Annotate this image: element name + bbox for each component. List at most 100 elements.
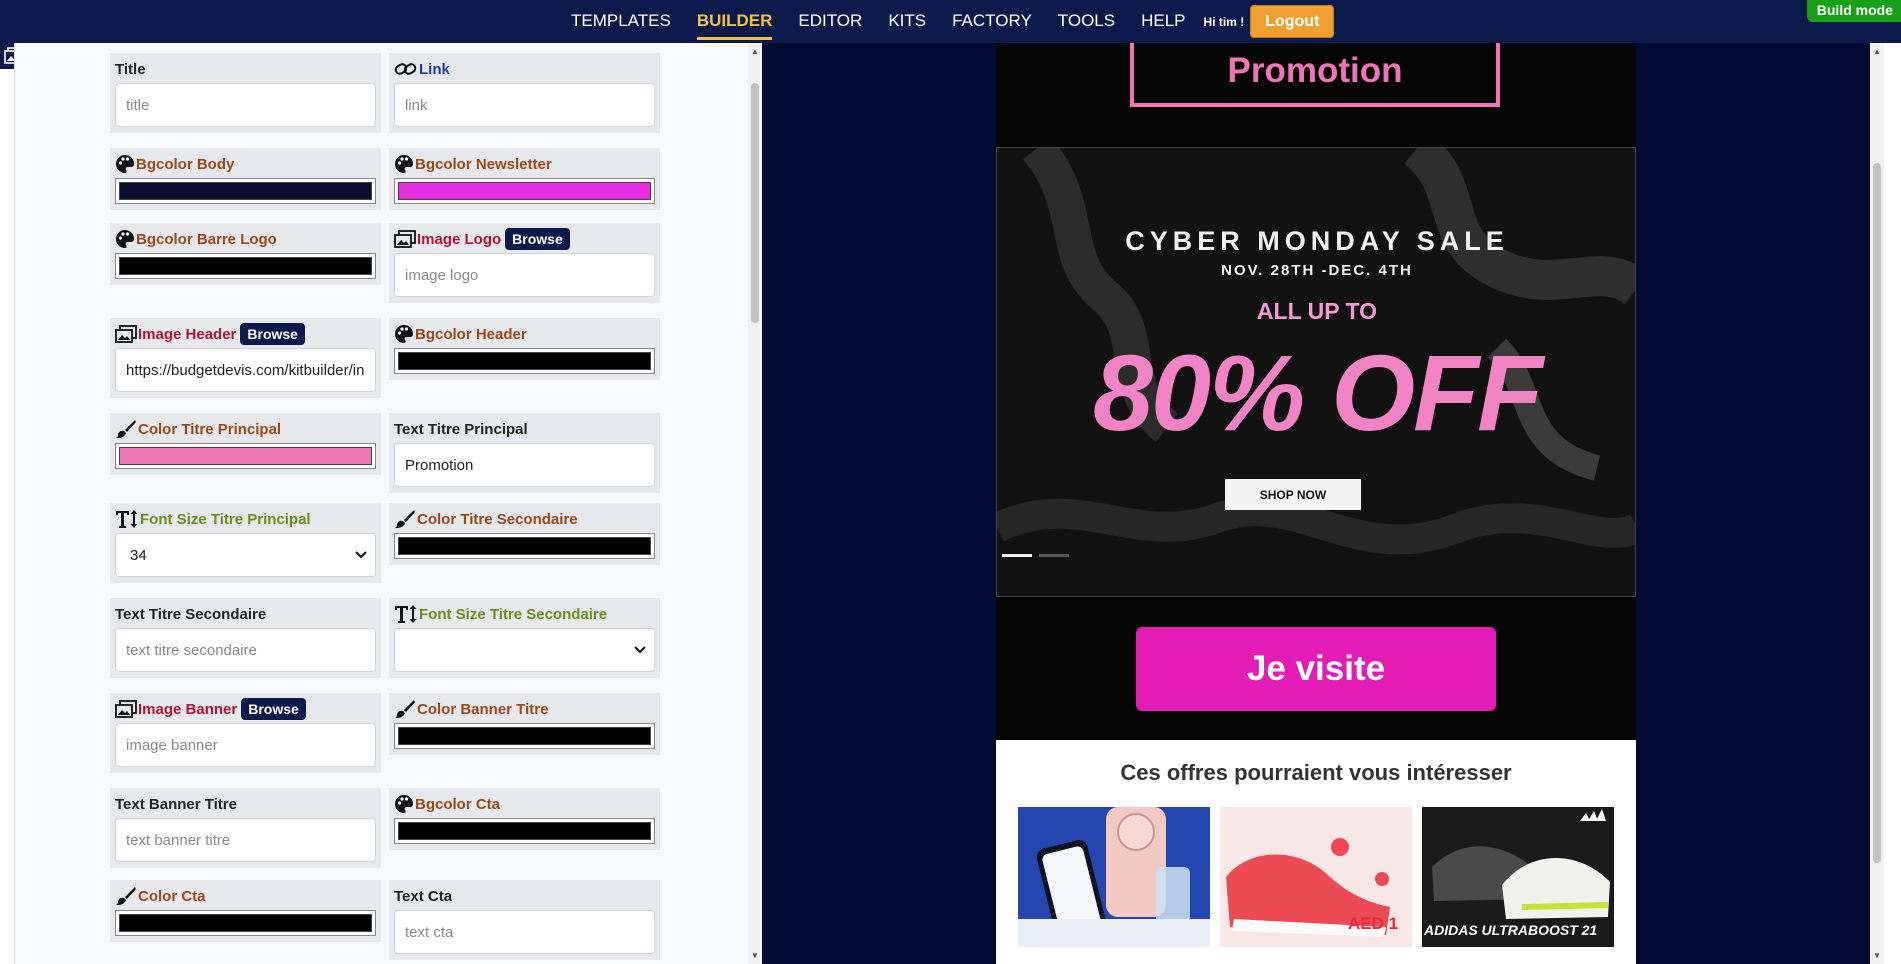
image-header-browse-button[interactable]: Browse (240, 323, 305, 345)
bgcolor-newsletter-field: Bgcolor Newsletter (389, 148, 660, 210)
promo-title: Promotion (1227, 51, 1403, 90)
scroll-up-arrow[interactable]: ▲ (751, 47, 759, 56)
color-titre-secondaire-picker[interactable] (394, 533, 655, 559)
image-logo-browse-button[interactable]: Browse (505, 228, 570, 250)
window-edge (1884, 43, 1901, 964)
text-titre-secondaire-input[interactable] (115, 628, 376, 672)
link-field: Link (389, 53, 660, 133)
font-size-titre-principal-value: 34 (130, 546, 147, 564)
font-size-titre-secondaire-label: Font Size Titre Secondaire (419, 605, 608, 623)
offer-image-phone[interactable] (1018, 807, 1210, 947)
color-banner-titre-picker[interactable] (394, 723, 655, 749)
link-icon (394, 63, 417, 75)
header-banner-image[interactable]: CYBER MONDAY SALE NOV. 28TH -DEC. 4TH AL… (996, 147, 1636, 597)
bgcolor-barre-logo-picker[interactable] (115, 253, 376, 279)
cta-button[interactable]: Je visite (1136, 627, 1496, 711)
bgcolor-barre-logo-label: Bgcolor Barre Logo (136, 230, 277, 248)
phone-illustration (1018, 807, 1210, 947)
image-banner-input[interactable] (115, 723, 376, 767)
color-titre-secondaire-field: Color Titre Secondaire (389, 503, 660, 565)
color-titre-principal-label: Color Titre Principal (138, 420, 282, 438)
email-preview: Promotion CYBER MONDAY SALE NOV. 28TH -D… (996, 43, 1636, 964)
adidas-caption-text: ADIDAS ULTRABOOST 21 (1423, 922, 1597, 938)
promo-title-box: Promotion (1130, 43, 1500, 107)
scroll-down-arrow[interactable]: ▼ (751, 951, 759, 960)
image-banner-label: Image Banner (138, 700, 238, 718)
preview-scroll-down-arrow[interactable]: ▼ (1873, 951, 1881, 960)
top-navbar: TEMPLATES BUILDER EDITOR KITS FACTORY TO… (0, 0, 1901, 43)
bgcolor-header-picker[interactable] (394, 348, 655, 374)
offers-title: Ces offres pourraient vous intéresser (1120, 760, 1512, 785)
form-scrollbar[interactable]: ▲ ▼ (748, 43, 762, 964)
palette-icon (395, 155, 413, 173)
banner-discount: 80% OFF (1092, 332, 1543, 453)
image-header-label: Image Header (138, 325, 237, 343)
preview-scroll-up-arrow[interactable]: ▲ (1873, 47, 1881, 56)
image-banner-browse-button[interactable]: Browse (241, 698, 306, 720)
text-height-icon (395, 605, 417, 623)
text-titre-principal-input[interactable] (394, 443, 655, 487)
brush-icon (395, 510, 415, 529)
preview-scrollbar-thumb[interactable] (1873, 163, 1881, 863)
bgcolor-body-label: Bgcolor Body (136, 155, 235, 173)
nav-factory[interactable]: FACTORY (952, 0, 1032, 43)
build-mode-badge[interactable]: Build mode (1806, 0, 1901, 22)
text-height-icon (116, 510, 138, 528)
bgcolor-newsletter-label: Bgcolor Newsletter (415, 155, 552, 173)
logout-button[interactable]: Logout (1250, 5, 1335, 38)
sneakers-illustration: AED 1 (1220, 807, 1412, 947)
bgcolor-cta-field: Bgcolor Cta (389, 788, 660, 850)
form-scrollbar-thumb[interactable] (751, 83, 759, 323)
text-titre-secondaire-field: Text Titre Secondaire (110, 598, 381, 678)
palette-icon (116, 155, 134, 173)
color-banner-titre-field: Color Banner Titre (389, 693, 660, 755)
nav-kits[interactable]: KITS (888, 0, 926, 43)
image-icon (115, 325, 137, 343)
banner-shop-now-button[interactable]: SHOP NOW (1225, 479, 1361, 510)
link-label: Link (419, 60, 450, 78)
text-cta-input[interactable] (394, 910, 655, 954)
nav-tools[interactable]: TOOLS (1058, 0, 1115, 43)
offer-image-adidas[interactable]: ADIDAS ULTRABOOST 21 (1422, 807, 1614, 947)
color-titre-principal-picker[interactable] (115, 443, 376, 469)
offer-image-sneakers[interactable]: AED 1 (1220, 807, 1412, 947)
nav-help[interactable]: HELP (1141, 0, 1185, 43)
bgcolor-newsletter-picker[interactable] (394, 178, 655, 204)
bgcolor-cta-label: Bgcolor Cta (415, 795, 501, 813)
image-header-field: Image Header Browse (110, 318, 381, 398)
bgcolor-barre-logo-field: Bgcolor Barre Logo (110, 223, 381, 285)
text-cta-field: Text Cta (389, 880, 660, 960)
title-input[interactable] (115, 83, 376, 127)
adidas-illustration: ADIDAS ULTRABOOST 21 (1422, 807, 1614, 947)
carousel-dot[interactable] (1039, 554, 1069, 557)
image-header-input[interactable] (115, 348, 376, 392)
image-logo-field: Image Logo Browse (389, 223, 660, 303)
font-size-titre-secondaire-select[interactable] (394, 628, 655, 672)
nav-editor[interactable]: EDITOR (798, 0, 862, 43)
bgcolor-cta-picker[interactable] (394, 818, 655, 844)
chevron-down-icon (634, 646, 646, 654)
brush-icon (116, 420, 136, 439)
sneakers-price-text: AED 1 (1348, 914, 1398, 933)
carousel-dot-active[interactable] (1002, 554, 1032, 557)
image-logo-label: Image Logo (417, 230, 502, 248)
nav-templates[interactable]: TEMPLATES (571, 0, 671, 43)
text-banner-titre-input[interactable] (115, 818, 376, 862)
color-cta-picker[interactable] (115, 910, 376, 936)
image-logo-input[interactable] (394, 253, 655, 297)
banner-headline: CYBER MONDAY SALE (1125, 226, 1509, 256)
user-greeting: Hi tim ! (1203, 14, 1245, 29)
palette-icon (395, 325, 413, 343)
nav-builder[interactable]: BUILDER (696, 0, 772, 43)
color-cta-label: Color Cta (138, 887, 206, 905)
bgcolor-body-picker[interactable] (115, 178, 376, 204)
title-label: Title (115, 60, 146, 78)
brush-icon (395, 700, 415, 719)
font-size-titre-principal-select[interactable]: 34 (115, 533, 376, 577)
text-cta-label: Text Cta (394, 887, 453, 905)
title-field: Title (110, 53, 381, 133)
color-banner-titre-label: Color Banner Titre (417, 700, 549, 718)
link-input[interactable] (394, 83, 655, 127)
preview-scrollbar[interactable]: ▲ ▼ (1870, 43, 1884, 964)
color-titre-principal-field: Color Titre Principal (110, 413, 381, 475)
